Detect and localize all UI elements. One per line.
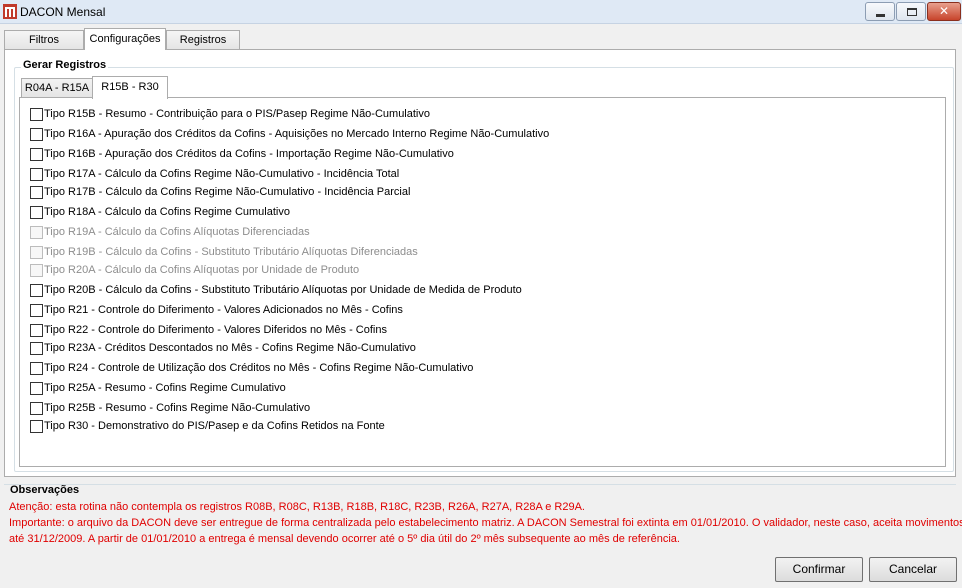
checkbox-label: Tipo R19A - Cálculo da Cofins Alíquotas … [44,226,310,238]
checkbox-box[interactable] [30,167,43,181]
checkbox-label: Tipo R25A - Resumo - Cofins Regime Cumul… [44,382,286,394]
checkbox-box[interactable] [30,185,43,199]
checkbox-box[interactable] [30,107,43,121]
observacoes-title: Observações [10,484,80,496]
checkbox-label: Tipo R20B - Cálculo da Cofins - Substitu… [44,284,522,296]
checkbox-box[interactable] [30,205,43,219]
checkbox-box [30,225,43,239]
checkbox-label: Tipo R19B - Cálculo da Cofins - Substitu… [44,246,418,258]
cancel-button[interactable]: Cancelar [869,557,957,582]
tab-configuracoes[interactable]: Configurações [84,28,166,50]
checkbox-label: Tipo R30 - Demonstrativo do PIS/Pasep e … [44,420,385,432]
tab-filtros[interactable]: Filtros [4,30,84,49]
observacao-line: Atenção: esta rotina não contempla os re… [9,501,585,513]
checkbox-r18a[interactable]: Tipo R18A - Cálculo da Cofins Regime Cum… [30,204,290,220]
checkbox-box[interactable] [30,419,43,433]
checkbox-label: Tipo R18A - Cálculo da Cofins Regime Cum… [44,206,290,218]
checkbox-r20a: Tipo R20A - Cálculo da Cofins Alíquotas … [30,262,359,278]
checkbox-label: Tipo R15B - Resumo - Contribuição para o… [44,108,430,120]
checkbox-box[interactable] [30,341,43,355]
checkbox-box[interactable] [30,303,43,317]
checkbox-label: Tipo R24 - Controle de Utilização dos Cr… [44,362,474,374]
checkbox-box [30,245,43,259]
checkbox-box[interactable] [30,361,43,375]
close-icon: ✕ [938,4,950,18]
checkbox-r19a: Tipo R19A - Cálculo da Cofins Alíquotas … [30,224,310,240]
checkbox-label: Tipo R22 - Controle do Diferimento - Val… [44,324,387,336]
checkbox-label: Tipo R17A - Cálculo da Cofins Regime Não… [44,168,400,180]
checkbox-label: Tipo R16B - Apuração dos Créditos da Cof… [44,148,454,160]
gerar-registros-group: Gerar Registros R04A - R15A R15B - R30 T… [14,59,954,472]
window-title: DACON Mensal [20,5,106,19]
checkbox-label: Tipo R23A - Créditos Descontados no Mês … [44,342,416,354]
checkbox-r17b[interactable]: Tipo R17B - Cálculo da Cofins Regime Não… [30,184,410,200]
title-bar: DACON Mensal ✕ [0,0,962,24]
observacoes-section: Observações Atenção: esta rotina não con… [4,484,962,551]
checkbox-label: Tipo R25B - Resumo - Cofins Regime Não-C… [44,402,311,414]
minimize-icon [876,14,885,17]
maximize-icon [907,8,917,16]
checkbox-r30[interactable]: Tipo R30 - Demonstrativo do PIS/Pasep e … [30,418,385,434]
checkbox-r25b[interactable]: Tipo R25B - Resumo - Cofins Regime Não-C… [30,400,310,416]
checkbox-label: Tipo R20A - Cálculo da Cofins Alíquotas … [44,264,360,276]
checkbox-r25a[interactable]: Tipo R25A - Resumo - Cofins Regime Cumul… [30,380,286,396]
maximize-button[interactable] [896,2,926,21]
configuracoes-panel: Gerar Registros R04A - R15A R15B - R30 T… [4,49,956,477]
checkbox-r16a[interactable]: Tipo R16A - Apuração dos Créditos da Cof… [30,126,549,142]
checkbox-r20b[interactable]: Tipo R20B - Cálculo da Cofins - Substitu… [30,282,522,298]
minimize-button[interactable] [865,2,895,21]
tab-registros[interactable]: Registros [166,30,240,49]
checkbox-box[interactable] [30,127,43,141]
checkbox-list-panel: Tipo R15B - Resumo - Contribuição para o… [19,97,946,467]
checkbox-r19b: Tipo R19B - Cálculo da Cofins - Substitu… [30,244,418,260]
app-icon [3,4,17,19]
checkbox-box[interactable] [30,147,43,161]
confirm-button[interactable]: Confirmar [775,557,863,582]
checkbox-r17a[interactable]: Tipo R17A - Cálculo da Cofins Regime Não… [30,166,399,182]
checkbox-box[interactable] [30,401,43,415]
tab-r15b-r30[interactable]: R15B - R30 [92,76,168,99]
checkbox-box[interactable] [30,283,43,297]
checkbox-r16b[interactable]: Tipo R16B - Apuração dos Créditos da Cof… [30,146,454,162]
checkbox-label: Tipo R17B - Cálculo da Cofins Regime Não… [44,186,411,198]
checkbox-label: Tipo R16A - Apuração dos Créditos da Cof… [44,128,550,140]
observacao-line: até 31/12/2009. A partir de 01/01/2010 a… [9,533,680,545]
group-title: Gerar Registros [21,59,109,71]
checkbox-r24[interactable]: Tipo R24 - Controle de Utilização dos Cr… [30,360,473,376]
checkbox-box[interactable] [30,323,43,337]
checkbox-label: Tipo R21 - Controle do Diferimento - Val… [44,304,403,316]
checkbox-box [30,263,43,277]
observacao-line: Importante: o arquivo da DACON deve ser … [9,517,962,529]
tab-r04a-r15a[interactable]: R04A - R15A [21,78,93,98]
close-button[interactable]: ✕ [927,2,961,21]
checkbox-r23a[interactable]: Tipo R23A - Créditos Descontados no Mês … [30,340,416,356]
checkbox-r22[interactable]: Tipo R22 - Controle do Diferimento - Val… [30,322,387,338]
checkbox-box[interactable] [30,381,43,395]
checkbox-r21[interactable]: Tipo R21 - Controle do Diferimento - Val… [30,302,403,318]
checkbox-r15b[interactable]: Tipo R15B - Resumo - Contribuição para o… [30,106,430,122]
